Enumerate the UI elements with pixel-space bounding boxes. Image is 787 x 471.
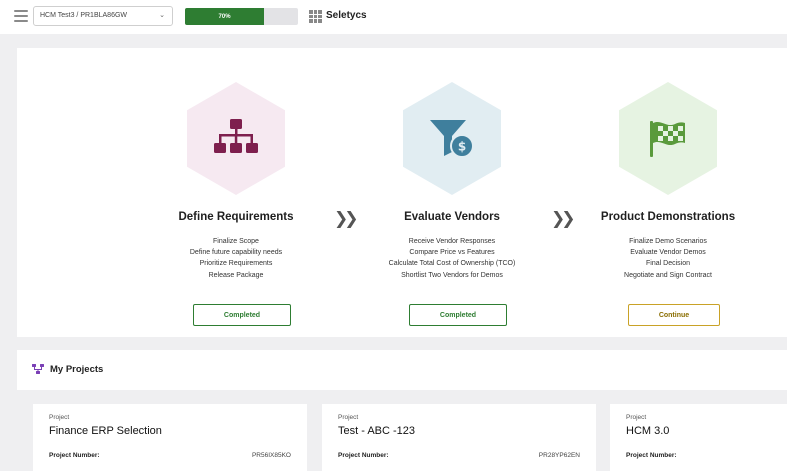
- project-select[interactable]: HCM Test3 / PR1BLA86GW ⌄: [33, 6, 173, 26]
- double-chevron-right-icon: ❯❯: [334, 209, 358, 228]
- step-task: Evaluate Vendor Demos: [630, 249, 706, 257]
- step-task: Compare Price vs Features: [409, 249, 495, 257]
- my-projects-title: My Projects: [50, 364, 104, 375]
- step-product-demonstrations: Product Demonstrations Finalize Demo Sce…: [573, 48, 763, 337]
- workflow-steps-card: Define Requirements Finalize Scope Defin…: [17, 48, 787, 337]
- step-evaluate-vendors: $ Evaluate Vendors Receive Vendor Respon…: [357, 48, 547, 337]
- step-tasks: Finalize Scope Define future capability …: [141, 236, 331, 281]
- step-tasks: Receive Vendor Responses Compare Price v…: [357, 236, 547, 281]
- project-number: PR56IX85KO: [251, 452, 291, 459]
- project-name[interactable]: Test - ABC -123: [338, 425, 415, 437]
- funnel-dollar-icon: $: [430, 119, 474, 158]
- step-hexagon: [619, 82, 717, 195]
- step-task: Shortlist Two Vendors for Demos: [401, 271, 503, 279]
- brand-name: Seletycs: [326, 10, 367, 21]
- step-task: Negotiate and Sign Contract: [624, 271, 712, 279]
- double-chevron-right-icon: ❯❯: [551, 209, 575, 228]
- chevron-down-icon: ⌄: [159, 12, 165, 19]
- project-card[interactable]: Project Finance ERP Selection Project Nu…: [33, 404, 307, 471]
- checkered-flag-icon: [650, 120, 685, 157]
- my-projects-header: My Projects: [17, 350, 787, 390]
- menu-icon[interactable]: [14, 10, 28, 22]
- completed-button[interactable]: Completed: [409, 304, 507, 326]
- step-task: Receive Vendor Responses: [408, 238, 496, 245]
- project-select-value: HCM Test3 / PR1BLA86GW: [40, 12, 128, 19]
- top-bar: HCM Test3 / PR1BLA86GW ⌄ 70% Seletycs: [0, 0, 787, 34]
- project-tree-icon: [32, 364, 44, 374]
- project-number-label: Project Number:: [626, 452, 677, 459]
- project-card[interactable]: Project HCM 3.0 Project Number:: [610, 404, 787, 471]
- step-hexagon: $: [403, 82, 501, 195]
- completed-button[interactable]: Completed: [193, 304, 291, 326]
- step-task: Final Decision: [646, 260, 690, 268]
- step-define-requirements: Define Requirements Finalize Scope Defin…: [141, 48, 331, 337]
- apps-grid-icon: [309, 10, 322, 23]
- step-hexagon: [187, 82, 285, 195]
- step-task: Finalize Demo Scenarios: [629, 238, 707, 245]
- step-title: Product Demonstrations: [600, 211, 736, 223]
- step-task: Release Package: [208, 271, 264, 279]
- project-number-label: Project Number:: [338, 452, 389, 459]
- step-title: Evaluate Vendors: [404, 211, 500, 223]
- step-task: Finalize Scope: [213, 238, 259, 245]
- step-task: Define future capability needs: [189, 249, 283, 257]
- sitemap-icon: [214, 118, 258, 153]
- project-kind: Project: [49, 414, 70, 421]
- svg-text:$: $: [458, 139, 466, 153]
- continue-button[interactable]: Continue: [628, 304, 720, 326]
- project-card[interactable]: Project Test - ABC -123 Project Number: …: [322, 404, 596, 471]
- project-number: PR28YP62EN: [538, 452, 580, 459]
- step-task: Calculate Total Cost of Ownership (TCO): [388, 260, 516, 268]
- project-name[interactable]: Finance ERP Selection: [49, 425, 162, 437]
- project-number-label: Project Number:: [49, 452, 100, 459]
- step-tasks: Finalize Demo Scenarios Evaluate Vendor …: [573, 236, 763, 281]
- step-title: Define Requirements: [178, 211, 294, 223]
- project-name[interactable]: HCM 3.0: [626, 425, 669, 437]
- project-kind: Project: [626, 414, 647, 421]
- progress-fill: 70%: [185, 8, 265, 25]
- project-progress-bar: 70%: [185, 8, 298, 25]
- project-kind: Project: [338, 414, 359, 421]
- step-task: Prioritize Requirements: [199, 260, 273, 268]
